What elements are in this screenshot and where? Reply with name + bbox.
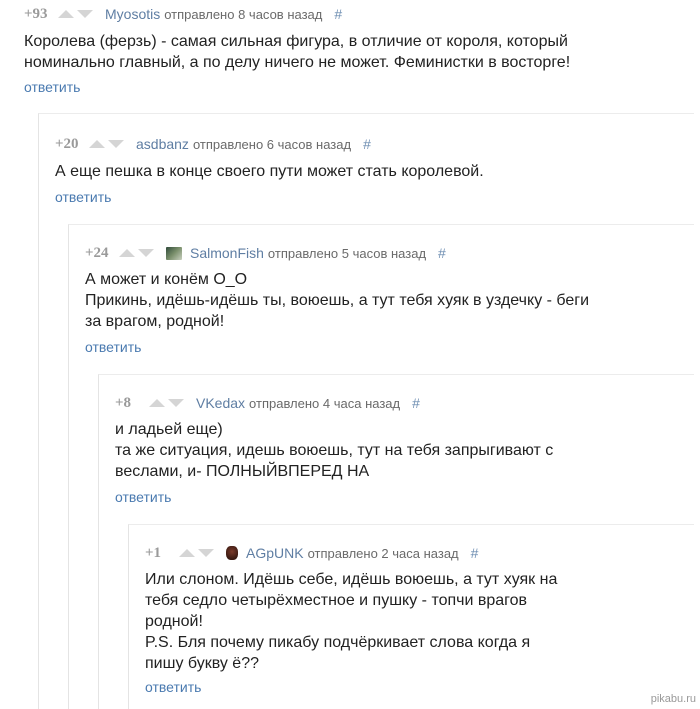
comment-score: +20 xyxy=(55,135,79,152)
downvote-icon[interactable] xyxy=(138,249,154,257)
comment-author[interactable]: VKedax xyxy=(196,395,245,411)
comment-line: P.S. Бля почему пикабу подчёркивает слов… xyxy=(145,634,531,651)
comment-line: тебя седло четырёхместное и пушку - топч… xyxy=(145,592,528,609)
reply-button[interactable]: ответить xyxy=(85,339,141,355)
comment-author[interactable]: Myosotis xyxy=(105,6,160,22)
upvote-icon[interactable] xyxy=(179,549,195,557)
comment-text: А еще пешка в конце своего пути может ст… xyxy=(55,161,484,182)
comment-score: +8 xyxy=(115,394,132,411)
downvote-icon[interactable] xyxy=(77,10,93,18)
comment-line: родной! xyxy=(145,613,203,630)
comment: +1 AGpUNK отправлено 2 часа назад # Или … xyxy=(128,524,694,709)
comment-line: Прикинь, идёшь-идёшь ты, воюешь, а тут т… xyxy=(85,292,590,309)
comment-line: веслами, и- ПОЛНЫЙВПЕРЕД НА xyxy=(115,463,370,480)
comment: +93 Myosotis отправлено 8 часов назад # … xyxy=(24,0,694,100)
upvote-icon[interactable] xyxy=(149,399,165,407)
comment-score: +1 xyxy=(145,544,162,561)
comment-header: +1 AGpUNK отправлено 2 часа назад # xyxy=(145,543,478,563)
comment-author[interactable]: asdbanz xyxy=(136,136,189,152)
comment-text: А может и конём О_О Прикинь, идёшь-идёшь… xyxy=(85,269,589,332)
comment-line: и ладьей еще) xyxy=(115,421,223,438)
downvote-icon[interactable] xyxy=(108,140,124,148)
reply-button[interactable]: ответить xyxy=(24,79,80,95)
comment-timestamp: отправлено 6 часов назад xyxy=(192,136,352,152)
reply-button[interactable]: ответить xyxy=(145,679,201,695)
permalink[interactable]: # xyxy=(438,245,446,261)
comment-line: за врагом, родной! xyxy=(85,313,225,330)
comment-line: Или слоном. Идёшь себе, идёшь воюешь, а … xyxy=(145,571,558,588)
comment-score: +24 xyxy=(85,244,109,261)
comment-line: А еще пешка в конце своего пути может ст… xyxy=(55,163,484,180)
fish-avatar-icon[interactable] xyxy=(166,246,182,260)
comment-timestamp: отправлено 5 часов назад xyxy=(267,245,427,261)
comment-timestamp: отправлено 4 часа назад xyxy=(249,395,401,411)
comment-timestamp: отправлено 8 часов назад xyxy=(164,6,323,22)
downvote-icon[interactable] xyxy=(198,549,214,557)
comment-text: и ладьей еще) та же ситуация, идешь воюе… xyxy=(115,419,553,482)
comment-author[interactable]: SalmonFish xyxy=(190,245,264,261)
permalink[interactable]: # xyxy=(334,6,342,22)
reply-button[interactable]: ответить xyxy=(55,189,111,205)
user-avatar-icon[interactable] xyxy=(226,546,238,560)
comment-line: Королева (ферзь) - самая сильная фигура,… xyxy=(24,33,568,50)
permalink[interactable]: # xyxy=(471,545,479,561)
comment-header: +8 VKedax отправлено 4 часа назад # xyxy=(115,393,420,413)
comment-timestamp: отправлено 2 часа назад xyxy=(307,545,459,561)
comment-author[interactable]: AGpUNK xyxy=(246,545,304,561)
comment-header: +93 Myosotis отправлено 8 часов назад # xyxy=(24,4,342,24)
comment-header: +24 SalmonFish отправлено 5 часов назад … xyxy=(85,243,446,263)
permalink[interactable]: # xyxy=(363,136,371,152)
reply-button[interactable]: ответить xyxy=(115,489,171,505)
permalink[interactable]: # xyxy=(412,395,420,411)
comment-score: +93 xyxy=(24,5,48,22)
upvote-icon[interactable] xyxy=(58,10,74,18)
comment-text: Или слоном. Идёшь себе, идёшь воюешь, а … xyxy=(145,569,557,674)
downvote-icon[interactable] xyxy=(168,399,184,407)
comment-header: +20 asdbanz отправлено 6 часов назад # xyxy=(55,134,371,154)
comment-line: та же ситуация, идешь воюешь, тут на теб… xyxy=(115,442,554,459)
comment-line: номинально главный, а по делу ничего не … xyxy=(24,54,571,71)
upvote-icon[interactable] xyxy=(119,249,135,257)
comment-line: пишу букву ё?? xyxy=(145,655,259,672)
upvote-icon[interactable] xyxy=(89,140,105,148)
comment-text: Королева (ферзь) - самая сильная фигура,… xyxy=(24,31,570,73)
comment-line: А может и конём О_О xyxy=(85,271,248,288)
site-watermark: pikabu.ru xyxy=(650,693,696,705)
